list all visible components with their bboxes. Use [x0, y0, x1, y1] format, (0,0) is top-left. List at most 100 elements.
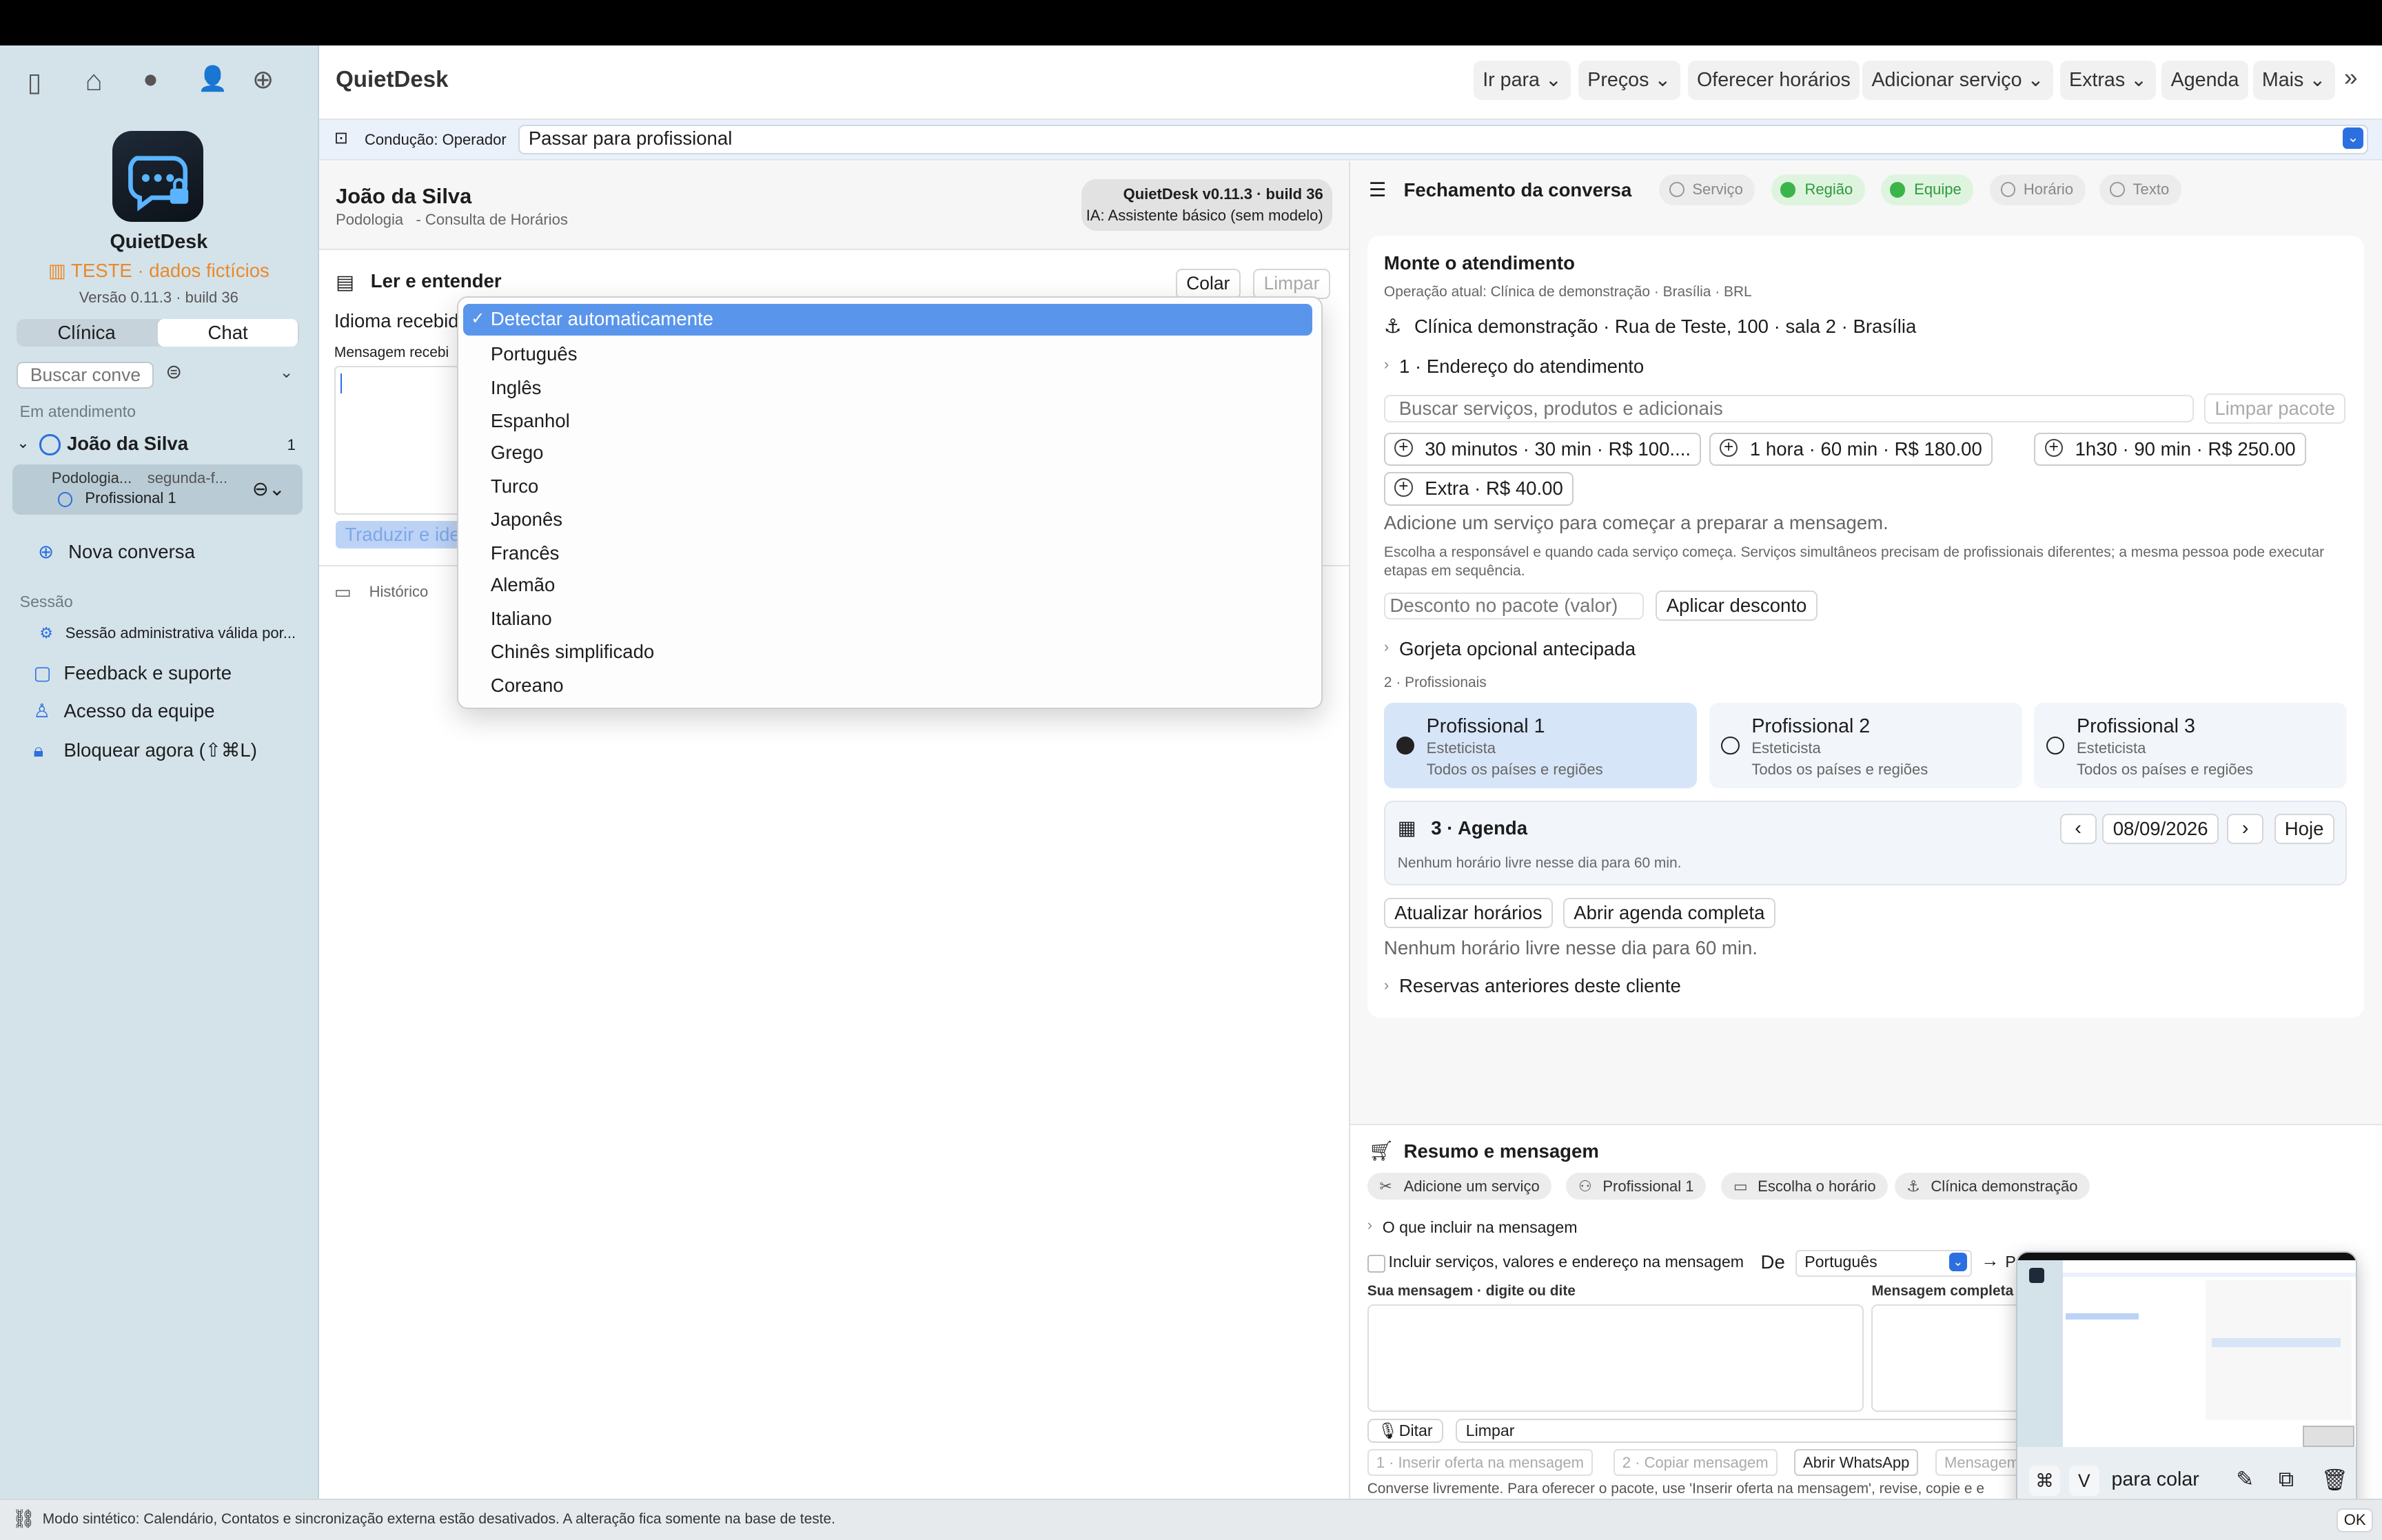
copy-icon[interactable]: ⧉ — [2279, 1467, 2294, 1492]
oferecer-horarios-button[interactable]: Oferecer horários — [1687, 61, 1860, 101]
segmented-control: Clínica Chat — [17, 318, 300, 347]
resumo-footer: Converse livremente. Para oferecer o pac… — [1367, 1480, 1984, 1497]
incluir-disclosure[interactable]: O que incluir na mensagem — [1383, 1218, 1578, 1237]
sessao-admin-item[interactable]: ⚙ Sessão administrativa válida por... — [39, 624, 296, 642]
plus-icon: + — [1719, 438, 1738, 458]
conversation-item[interactable]: Podologia... segunda-f... Profissional 1… — [12, 464, 303, 515]
profissional-card-3[interactable]: Profissional 3 Esteticista Todos os país… — [2034, 703, 2348, 788]
tab-chat[interactable]: Chat — [158, 318, 298, 347]
para-language-select[interactable]: P — [2005, 1253, 2015, 1271]
trash-icon[interactable]: 🗑︎ — [2321, 1467, 2348, 1492]
chip-servico: Serviço — [1658, 174, 1755, 205]
person-gear-icon[interactable]: 👤 — [198, 64, 228, 93]
cart-icon: 🛒︎ — [1368, 1140, 1394, 1163]
radio-icon — [2046, 736, 2065, 755]
atualizar-horarios-button[interactable]: Atualizar horários — [1383, 897, 1553, 928]
chevron-right-icon[interactable]: › — [1367, 1216, 1372, 1234]
limpar-mensagem-button[interactable]: Limpar — [1455, 1418, 2021, 1443]
bloquear-item[interactable]: 🔒︎ Bloquear agora (⇧⌘L) — [33, 739, 256, 762]
location-icon: ⚓︎ — [1383, 316, 1402, 338]
service-option[interactable]: + Extra · R$ 40.00 — [1383, 472, 1574, 506]
next-day-button[interactable]: › — [2227, 814, 2264, 845]
microphone-icon: 🎙︎ — [1377, 1421, 1398, 1439]
screenshot-thumbnail[interactable]: ⌘ V para colar ✎ ⧉ 🗑︎ — [2015, 1251, 2358, 1512]
desconto-input[interactable] — [1383, 592, 1644, 620]
dropdown-option[interactable]: Italiano — [491, 608, 552, 630]
markup-icon[interactable]: ✎ — [2236, 1467, 2254, 1492]
prev-day-button[interactable]: ‹ — [2059, 814, 2097, 845]
nova-conversa-button[interactable]: ⊕ Nova conversa — [38, 541, 195, 563]
ir-para-menu[interactable]: Ir para ⌄ — [1473, 61, 1571, 101]
clinica-text: Clínica demonstração · Rua de Teste, 100… — [1414, 316, 1917, 338]
conducao-select[interactable]: Passar para profissional ⌄ — [518, 124, 2368, 155]
filter-icon[interactable]: ⊜ — [165, 360, 182, 384]
sidebar-app-name: QuietDesk — [110, 231, 208, 253]
ditar-button[interactable]: 🎙︎ Ditar — [1367, 1418, 1443, 1443]
gorjeta-disclosure[interactable]: Gorjeta opcional antecipada — [1399, 638, 1636, 660]
copiar-mensagem-button[interactable]: 2 · Copiar mensagem — [1613, 1448, 1778, 1476]
chevron-right-icon[interactable]: › — [1384, 638, 1389, 656]
sua-mensagem-textarea[interactable] — [1367, 1304, 1864, 1413]
paste-label: para colar — [2111, 1468, 2199, 1491]
buscar-servicos-input[interactable] — [1383, 395, 2194, 422]
dropdown-option[interactable]: Português — [491, 343, 578, 365]
incluir-checkbox[interactable] — [1367, 1254, 1385, 1273]
resumo-title: Resumo e mensagem — [1403, 1140, 1599, 1162]
historico-label[interactable]: Histórico — [369, 583, 429, 601]
profissional-card-2[interactable]: Profissional 2 Esteticista Todos os país… — [1709, 703, 2022, 788]
ler-icon: ▤ — [336, 271, 355, 294]
hoje-button[interactable]: Hoje — [2274, 814, 2334, 845]
de-language-select[interactable]: Português ⌄ — [1795, 1249, 1972, 1277]
dropdown-option[interactable]: Alemão — [491, 574, 555, 596]
reservas-disclosure[interactable]: Reservas anteriores deste cliente — [1399, 975, 1681, 997]
service-option[interactable]: +1 hora · 60 min · R$ 180.00 — [1709, 433, 1993, 466]
dropdown-option[interactable]: Francês — [491, 542, 560, 564]
mais-menu[interactable]: Mais ⌄ — [2252, 61, 2335, 101]
new-chat-icon[interactable]: ⊕ — [252, 64, 274, 94]
arrow-right-icon: → — [1981, 1249, 1999, 1271]
contact-name[interactable]: João da Silva — [67, 433, 188, 455]
home-icon[interactable]: ⌂ — [85, 64, 102, 97]
service-option[interactable]: +1h30 · 90 min · R$ 250.00 — [2034, 433, 2306, 466]
dropdown-selected-item[interactable]: ✓ Detectar automaticamente — [463, 303, 1313, 336]
chevron-down-icon[interactable]: ⌄ — [280, 362, 294, 382]
date-field[interactable]: 08/09/2026 — [2102, 814, 2219, 845]
extras-menu[interactable]: Extras ⌄ — [2059, 61, 2157, 101]
acesso-item[interactable]: ♙ Acesso da equipe — [33, 700, 214, 722]
colar-button[interactable]: Colar — [1175, 269, 1241, 299]
chevron-expand-icon[interactable]: ⌄ — [17, 434, 29, 452]
dropdown-option[interactable]: Grego — [491, 442, 544, 464]
chat-bubble-icon[interactable]: ● — [143, 64, 159, 94]
expand-icon[interactable]: » — [2344, 64, 2358, 92]
calendar-icon: ▦ — [1397, 817, 1416, 839]
endereco-disclosure[interactable]: 1 · Endereço do atendimento — [1399, 356, 1644, 378]
dropdown-option[interactable]: Coreano — [491, 675, 564, 697]
abrir-agenda-button[interactable]: Abrir agenda completa — [1563, 897, 1775, 928]
search-input[interactable] — [17, 361, 154, 389]
service-option[interactable]: +30 minutos · 30 min · R$ 100.... — [1383, 433, 1702, 466]
more-options-icon[interactable]: ⊖⌄ — [252, 477, 285, 501]
dropdown-option[interactable]: Japonês — [491, 509, 562, 531]
dropdown-option[interactable]: Chinês simplificado — [491, 641, 654, 663]
version-badge: QuietDesk v0.11.3 · build 36 IA: Assiste… — [1081, 179, 1332, 232]
chevron-down-icon: ⌄ — [2130, 69, 2148, 92]
dropdown-option[interactable]: Turco — [491, 475, 538, 497]
adicionar-servico-menu[interactable]: Adicionar serviço ⌄ — [1862, 61, 2053, 101]
mensagem-button[interactable]: Mensagem — [1935, 1448, 2029, 1476]
agenda-button[interactable]: Agenda — [2161, 61, 2248, 101]
dropdown-option[interactable]: Inglês — [491, 377, 542, 399]
profissional-card-1[interactable]: Profissional 1 Esteticista Todos os país… — [1383, 703, 1697, 788]
aplicar-desconto-button[interactable]: Aplicar desconto — [1656, 591, 1818, 622]
sidebar-toggle-icon[interactable]: ▯ — [28, 67, 42, 97]
chevron-right-icon[interactable]: › — [1384, 356, 1389, 373]
chevron-right-icon[interactable]: › — [1384, 976, 1389, 994]
abrir-whatsapp-button[interactable]: Abrir WhatsApp — [1794, 1448, 1919, 1476]
limpar-pacote-button[interactable]: Limpar pacote — [2204, 393, 2346, 424]
limpar-button[interactable]: Limpar — [1253, 269, 1330, 299]
feedback-item[interactable]: ▢ Feedback e suporte — [33, 662, 232, 684]
ok-button[interactable]: OK — [2336, 1508, 2374, 1532]
precos-menu[interactable]: Preços ⌄ — [1578, 61, 1680, 101]
inserir-oferta-button[interactable]: 1 · Inserir oferta na mensagem — [1367, 1448, 1593, 1476]
tab-clinica[interactable]: Clínica — [17, 319, 156, 347]
dropdown-option[interactable]: Espanhol — [491, 410, 570, 432]
